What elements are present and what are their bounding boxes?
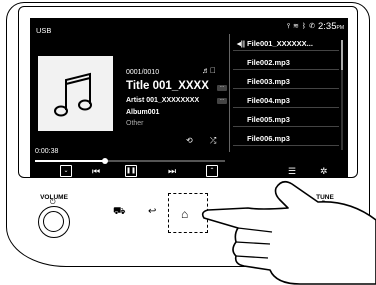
elapsed-time: 0:00:38 — [35, 148, 59, 155]
album-art — [38, 56, 113, 131]
music-note-icon — [54, 72, 92, 117]
bluetooth-icon: ᛒ — [301, 23, 307, 30]
panel-divider — [229, 34, 230, 152]
file-list-item[interactable]: File005.mp3 — [233, 112, 339, 127]
track-title: Title 001_XXXX — [126, 80, 209, 92]
previous-track-button[interactable]: ⏮ — [92, 164, 100, 178]
pointing-hand-illustration — [201, 180, 376, 285]
expand-button[interactable]: ⌃ — [206, 165, 218, 177]
head-unit-illustration: USB ⫯ ≋ ᛒ ✆ 2:35PM 0001/0010 ♬⃝ Title 00… — [0, 0, 376, 285]
playback-controls: ⌄ ⏮ ❚❚ ⏭ ⌃ ☰ ✲ — [30, 164, 348, 178]
shuffle-icon[interactable]: ⤮ — [210, 136, 216, 146]
file-list-scrollbar[interactable] — [341, 40, 343, 150]
pause-button[interactable]: ❚❚ — [125, 165, 137, 177]
file-list-item[interactable]: File004.mp3 — [233, 93, 339, 108]
settings-gear-icon[interactable]: ✲ — [320, 164, 328, 178]
volume-knob[interactable] — [38, 206, 70, 238]
status-bar: USB ⫯ ≋ ᛒ ✆ 2:35PM — [30, 18, 348, 36]
signal-icon: ⫯ — [287, 23, 291, 30]
track-artist: Artist 001_XXXXXXXX — [126, 97, 200, 104]
now-playing-icon: ◂|| — [237, 39, 248, 48]
progress-fill — [35, 160, 106, 162]
display-screen: USB ⫯ ≋ ᛒ ✆ 2:35PM 0001/0010 ♬⃝ Title 00… — [30, 18, 348, 178]
track-album: Album001 — [126, 109, 160, 116]
car-icon[interactable]: ⛟ — [113, 206, 126, 219]
file-list-item[interactable]: File003.mp3 — [233, 74, 339, 89]
more-title-button[interactable]: ··· — [217, 85, 227, 91]
phone-signal-icon: ✆ — [309, 23, 315, 30]
home-icon[interactable]: ⌂ — [181, 207, 188, 221]
wifi-icon: ≋ — [293, 23, 299, 30]
repeat-icon[interactable]: ⟲ — [186, 136, 193, 145]
more-artist-button[interactable]: ··· — [217, 98, 227, 104]
list-view-button[interactable]: ☰ — [288, 164, 296, 178]
repeat-all-icon[interactable]: ♬⃝ — [202, 66, 216, 75]
file-list-item[interactable]: ◂|| File001_XXXXXX... — [233, 36, 339, 51]
status-icons: ⫯ ≋ ᛒ ✆ 2:35PM — [287, 21, 344, 33]
file-list-item[interactable]: File002.mp3 — [233, 55, 339, 70]
scrollbar-thumb[interactable] — [341, 40, 343, 70]
source-label: USB — [36, 26, 52, 35]
back-icon[interactable]: ↩ — [148, 206, 156, 217]
next-track-button[interactable]: ⏭ — [168, 164, 176, 178]
progress-bar[interactable] — [35, 158, 225, 164]
track-genre: Other — [126, 120, 144, 127]
file-list-item[interactable]: File006.mp3 — [233, 131, 339, 146]
clock: 2:35PM — [318, 20, 344, 32]
collapse-button[interactable]: ⌄ — [60, 165, 72, 177]
track-counter: 0001/0010 — [126, 69, 160, 76]
